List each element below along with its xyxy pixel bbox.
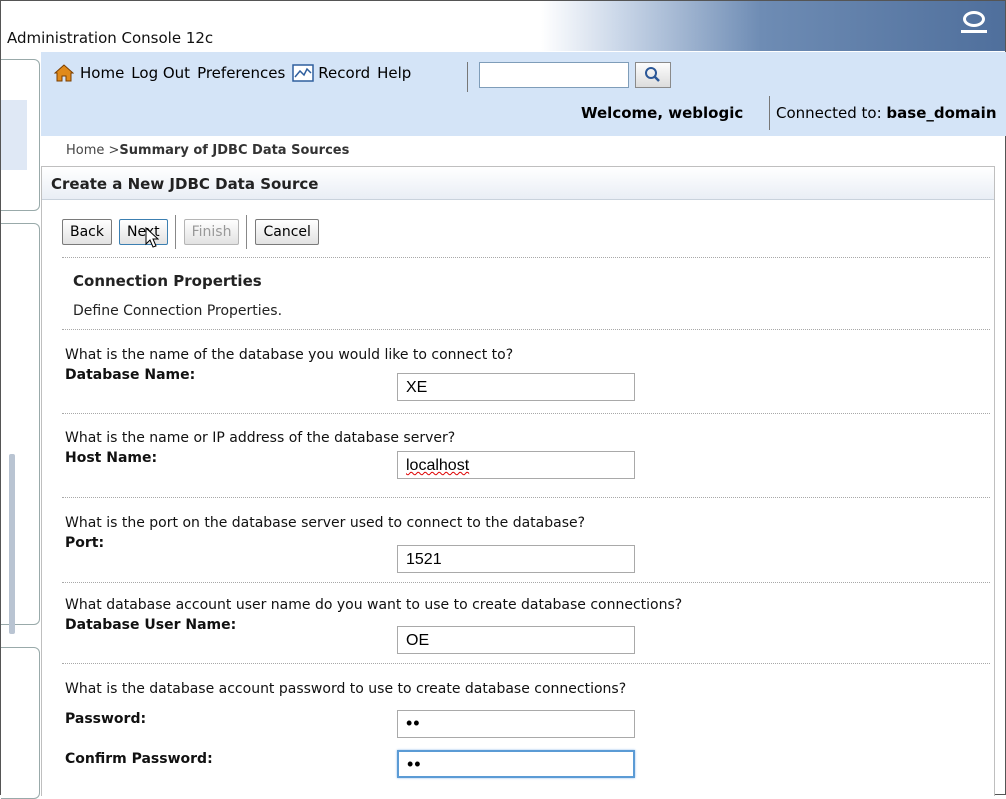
status-divider — [769, 96, 770, 130]
panel-title: Create a New JDBC Data Source — [51, 175, 319, 193]
wizard-panel: Create a New JDBC Data Source Back Next … — [41, 166, 995, 796]
password-field[interactable]: •• — [397, 710, 635, 738]
sidebar-scroll-handle[interactable] — [9, 454, 15, 634]
title-bar: Administration Console 12c — [1, 1, 1005, 51]
welcome-text: Welcome, weblogic — [581, 104, 744, 122]
database-name-field[interactable]: XE — [397, 373, 635, 401]
oracle-logo-icon — [961, 11, 987, 33]
button-divider — [246, 215, 248, 249]
record-icon[interactable] — [292, 64, 315, 82]
divider — [62, 582, 990, 583]
divider — [62, 329, 990, 330]
search-icon — [645, 67, 660, 82]
record-link[interactable]: Record — [318, 64, 370, 82]
connection-status: Connected to: base_domain — [776, 104, 1006, 122]
divider — [62, 497, 990, 498]
question-user-name: What database account user name do you w… — [65, 597, 683, 613]
question-database-name: What is the name of the database you wou… — [65, 347, 514, 363]
breadcrumb: Home >Summary of JDBC Data Sources — [66, 143, 349, 158]
sidebar-panel-middle[interactable] — [1, 223, 40, 634]
question-port: What is the port on the database server … — [65, 515, 586, 531]
button-divider — [174, 215, 176, 249]
label-password: Password: — [65, 711, 147, 727]
sidebar-panel-top[interactable] — [1, 59, 40, 211]
cursor-pointer-icon — [145, 227, 159, 248]
panel-header: Create a New JDBC Data Source — [42, 167, 994, 200]
window-title: Administration Console 12c — [7, 29, 214, 47]
home-icon[interactable] — [54, 64, 74, 82]
top-toolbar: Home Log Out Preferences Record Help Wel… — [41, 52, 1006, 136]
search-input[interactable] — [479, 62, 629, 88]
preferences-link[interactable]: Preferences — [197, 64, 285, 82]
divider — [62, 413, 990, 414]
label-user-name: Database User Name: — [65, 617, 237, 633]
breadcrumb-home[interactable]: Home > — [66, 143, 119, 158]
wizard-buttons: Back Next Finish Cancel — [62, 215, 326, 249]
confirm-password-field[interactable]: •• — [397, 750, 635, 778]
connected-label: Connected to: — [776, 104, 887, 122]
question-password: What is the database account password to… — [65, 681, 627, 697]
question-host-name: What is the name or IP address of the da… — [65, 430, 456, 446]
label-confirm-password: Confirm Password: — [65, 751, 213, 767]
host-name-value: localhost — [406, 457, 470, 474]
back-button[interactable]: Back — [62, 219, 112, 245]
host-name-field[interactable]: localhost — [397, 451, 635, 479]
divider — [62, 257, 990, 258]
sidebar-highlight — [1, 100, 27, 170]
toolbar-divider — [467, 62, 468, 92]
sidebar-panel-bottom[interactable] — [1, 647, 40, 799]
label-host-name: Host Name: — [65, 450, 158, 466]
port-field[interactable]: 1521 — [397, 545, 635, 573]
divider — [62, 663, 990, 664]
finish-button[interactable]: Finish — [183, 219, 240, 245]
section-description: Define Connection Properties. — [73, 303, 283, 319]
database-user-name-field[interactable]: OE — [397, 626, 635, 654]
home-link[interactable]: Home — [80, 64, 124, 82]
next-button[interactable]: Next — [119, 219, 168, 245]
help-link[interactable]: Help — [377, 64, 411, 82]
logout-link[interactable]: Log Out — [131, 64, 190, 82]
left-sidebar — [1, 51, 41, 799]
label-database-name: Database Name: — [65, 367, 196, 383]
toolbar-nav: Home Log Out Preferences Record Help — [54, 64, 418, 82]
search-button[interactable] — [635, 62, 671, 88]
cancel-button[interactable]: Cancel — [255, 219, 319, 245]
domain-name: base_domain — [886, 104, 997, 122]
breadcrumb-current[interactable]: Summary of JDBC Data Sources — [119, 143, 349, 158]
section-title: Connection Properties — [73, 272, 262, 290]
label-port: Port: — [65, 535, 105, 551]
